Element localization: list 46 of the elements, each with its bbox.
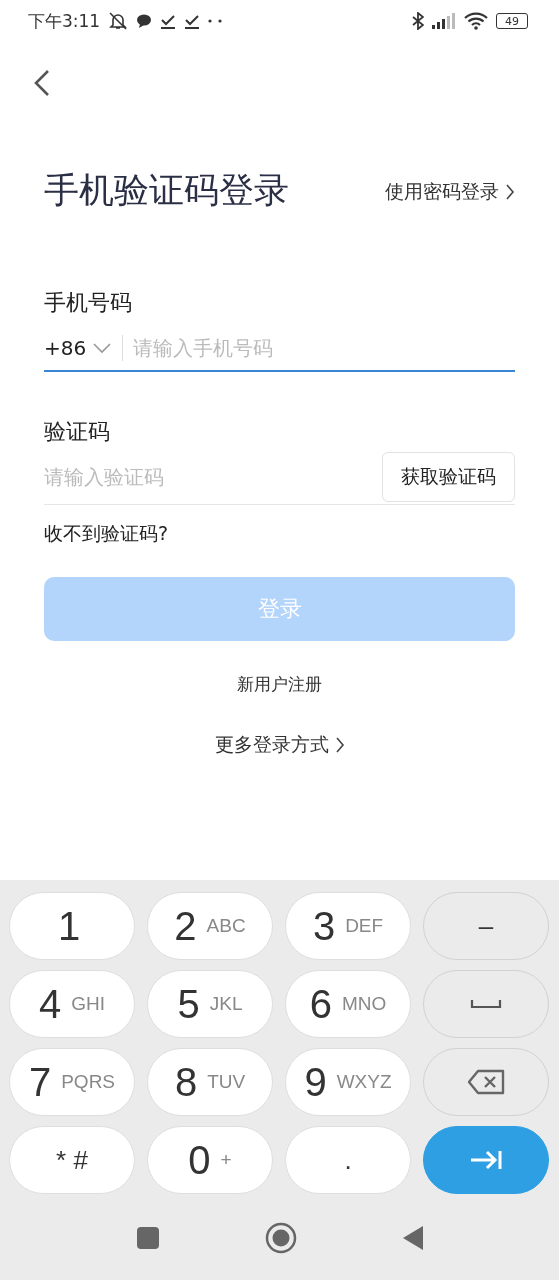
digit-key[interactable]: 4 GHI (9, 970, 135, 1038)
battery-indicator: 49 (496, 13, 528, 29)
home-button[interactable] (264, 1222, 297, 1254)
space-icon (470, 999, 502, 1009)
digit-key[interactable]: 8 TUV (147, 1048, 273, 1116)
symbol-key[interactable]: * # (9, 1126, 135, 1194)
digit-key[interactable]: 2 ABC (147, 892, 273, 960)
download-done-icon (160, 13, 177, 29)
more-dots-icon (208, 19, 223, 23)
register-link[interactable]: 新用户注册 (237, 673, 322, 697)
clock: 下午3:11 (28, 9, 101, 33)
bell-off-icon (108, 12, 129, 30)
chevron-right-icon (334, 736, 345, 755)
get-code-button[interactable]: 获取验证码 (382, 452, 515, 503)
page-title: 手机验证码登录 (44, 169, 289, 211)
digit-key[interactable]: 5 JKL (147, 970, 273, 1038)
recents-button[interactable] (135, 1226, 160, 1250)
no-code-link[interactable]: 收不到验证码? (44, 521, 169, 548)
circle-icon (264, 1222, 297, 1254)
code-input-field[interactable]: 请输入验证码 (44, 457, 382, 498)
more-login-link[interactable]: 更多登录方式 (214, 732, 345, 759)
download-done-icon (184, 13, 201, 29)
digit-key[interactable]: 1 (9, 892, 135, 960)
field-label: 手机号码 (44, 289, 133, 317)
minus-key[interactable]: – (423, 892, 549, 960)
square-icon (135, 1226, 160, 1250)
digit-key[interactable]: 0 + (147, 1126, 273, 1194)
signal-icon (432, 13, 456, 29)
tab-arrow-icon (469, 1149, 503, 1171)
back-nav-button[interactable] (401, 1225, 424, 1251)
symbol-key[interactable]: . (285, 1126, 411, 1194)
chevron-down-icon (92, 341, 113, 354)
field-label: 验证码 (44, 417, 111, 446)
phone-input-field[interactable]: +86 请输入手机号码 (44, 325, 515, 372)
digit-key[interactable]: 7 PQRS (9, 1048, 135, 1116)
digit-key[interactable]: 3 DEF (285, 892, 411, 960)
chevron-right-icon (505, 183, 515, 201)
wifi-icon (464, 12, 488, 30)
bluetooth-icon (412, 12, 424, 30)
backspace-icon (467, 1069, 505, 1095)
country-code-select[interactable]: +86 (44, 334, 124, 361)
digit-key[interactable]: 6 MNO (285, 970, 411, 1038)
digit-key[interactable]: 9 WXYZ (285, 1048, 411, 1116)
triangle-back-icon (401, 1225, 424, 1251)
chat-bubble-icon (136, 14, 153, 28)
password-login-link[interactable]: 使用密码登录 (385, 179, 515, 205)
